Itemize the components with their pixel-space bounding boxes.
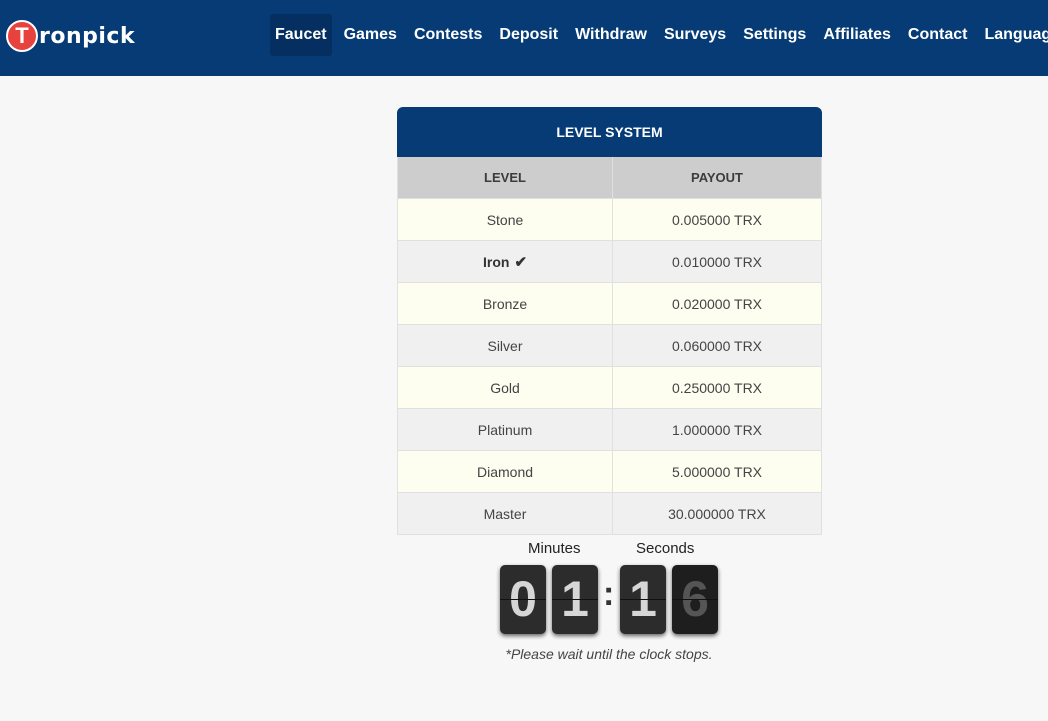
table-row: Silver 0.060000 TRX — [397, 324, 822, 367]
payout-cell: 1.000000 TRX — [612, 408, 822, 451]
wait-notice: *Please wait until the clock stops. — [505, 646, 713, 662]
table-row: Stone 0.005000 TRX — [397, 198, 822, 241]
table-header-row: LEVEL PAYOUT — [397, 157, 822, 199]
level-label: Iron — [482, 253, 510, 270]
level-cell: Gold — [397, 366, 613, 409]
table-row: Master 30.000000 TRX — [397, 492, 822, 535]
payout-cell: 0.020000 TRX — [612, 282, 822, 325]
level-column-header: LEVEL — [397, 157, 613, 199]
payout-cell: 5.000000 TRX — [612, 450, 822, 493]
nav-settings[interactable]: Settings — [738, 14, 811, 56]
seconds-label: Seconds — [636, 540, 695, 557]
level-cell: Platinum — [397, 408, 613, 451]
nav-withdraw[interactable]: Withdraw — [570, 14, 652, 56]
level-cell: Bronze — [397, 282, 613, 325]
payout-cell: 0.060000 TRX — [612, 324, 822, 367]
payout-cell: 30.000000 TRX — [612, 492, 822, 535]
logo-t-icon: T — [6, 20, 38, 52]
nav-contests[interactable]: Contests — [409, 14, 487, 56]
level-cell: Stone — [397, 198, 613, 241]
minutes-label: Minutes — [528, 540, 581, 557]
level-cell: Silver — [397, 324, 613, 367]
table-row: Bronze 0.020000 TRX — [397, 282, 822, 325]
logo-text: ronpick — [39, 23, 136, 49]
table-row: Gold 0.250000 TRX — [397, 366, 822, 409]
check-icon: ✔ — [514, 253, 528, 271]
level-system-title: LEVEL SYSTEM — [397, 107, 822, 157]
payout-cell: 0.010000 TRX — [612, 240, 822, 283]
payout-column-header: PAYOUT — [612, 157, 822, 199]
level-cell: Diamond — [397, 450, 613, 493]
nav-affiliates[interactable]: Affiliates — [818, 14, 896, 56]
payout-cell: 0.250000 TRX — [612, 366, 822, 409]
nav-deposit[interactable]: Deposit — [494, 14, 563, 56]
tronpick-logo[interactable]: T ronpick — [6, 18, 135, 54]
minute-tens-digit: 0 — [500, 565, 546, 634]
level-system-panel: LEVEL SYSTEM LEVEL PAYOUT Stone 0.005000… — [397, 107, 822, 535]
nav-surveys[interactable]: Surveys — [659, 14, 731, 56]
main-nav: Faucet Games Contests Deposit Withdraw S… — [270, 14, 1048, 56]
top-navbar: T ronpick Faucet Games Contests Deposit … — [0, 0, 1048, 76]
level-cell: Iron ✔ — [397, 240, 613, 283]
nav-faucet[interactable]: Faucet — [270, 14, 332, 56]
nav-contact[interactable]: Contact — [903, 14, 973, 56]
level-cell: Master — [397, 492, 613, 535]
table-row-current: Iron ✔ 0.010000 TRX — [397, 240, 822, 283]
second-ones-digit: 6 — [672, 565, 718, 634]
table-row: Diamond 5.000000 TRX — [397, 450, 822, 493]
table-row: Platinum 1.000000 TRX — [397, 408, 822, 451]
second-tens-digit: 1 — [620, 565, 666, 634]
clock-separator: : — [603, 575, 615, 613]
minute-ones-digit: 1 — [552, 565, 598, 634]
nav-language[interactable]: Language — [979, 14, 1048, 56]
payout-cell: 0.005000 TRX — [612, 198, 822, 241]
nav-games[interactable]: Games — [339, 14, 402, 56]
level-table: LEVEL PAYOUT Stone 0.005000 TRX Iron ✔ 0.… — [397, 157, 822, 535]
